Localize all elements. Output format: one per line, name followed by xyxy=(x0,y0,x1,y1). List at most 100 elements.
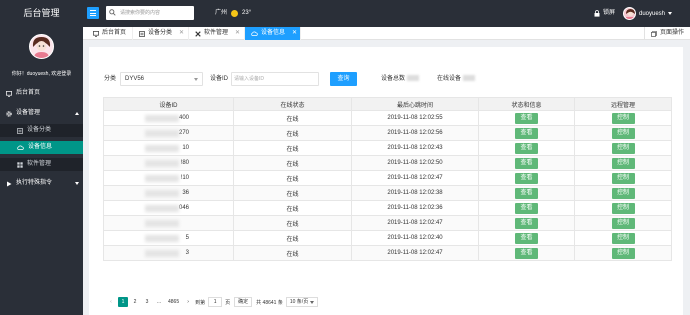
device-table: 设备ID 在线状态 最后心跳时间 状态和信息 远程管理 400 在线 2019-11… xyxy=(103,97,672,261)
control-button[interactable]: 控制 xyxy=(611,247,635,259)
close-icon[interactable]: ✕ xyxy=(235,27,240,40)
page-button[interactable]: 2 xyxy=(130,297,140,307)
sidebar-item-device-info[interactable]: 设备信息 xyxy=(0,141,83,154)
close-icon[interactable]: ✕ xyxy=(292,27,297,40)
view-button[interactable]: 查看 xyxy=(515,127,538,139)
sidebar-item-home[interactable]: 后台首页 xyxy=(0,87,83,100)
page-size-select[interactable]: 10 条/页 xyxy=(285,297,319,307)
view-button[interactable]: 查看 xyxy=(515,247,538,259)
query-button[interactable]: 查询 xyxy=(330,72,357,86)
tab-software[interactable]: 软件管理 ✕ xyxy=(189,27,245,40)
status-info-cell: 查看 xyxy=(478,215,575,231)
last-page-button[interactable]: 4865 xyxy=(166,297,181,307)
control-button[interactable]: 控制 xyxy=(611,217,635,229)
control-button[interactable]: 控制 xyxy=(611,232,635,244)
table-row: !10 在线 2019-11-08 12:02:47 查看 控制 xyxy=(103,170,672,186)
sidebar-item-special-command[interactable]: 执行特殊指令 xyxy=(0,177,83,190)
lock-screen-button[interactable]: 锁屏 xyxy=(594,0,615,27)
user-menu[interactable]: duoyuesh xyxy=(623,4,673,23)
online-status-cell: 在线 xyxy=(233,140,352,156)
chevron-up-icon xyxy=(75,112,79,115)
control-button[interactable]: 控制 xyxy=(611,202,635,214)
view-button[interactable]: 查看 xyxy=(515,217,538,229)
device-id-cell: 046 xyxy=(103,200,234,216)
control-button[interactable]: 控制 xyxy=(611,157,635,169)
redacted-value xyxy=(145,205,179,212)
page-ellipsis: … xyxy=(156,299,162,305)
page-button-current[interactable]: 1 xyxy=(118,297,128,307)
column-header[interactable]: 最后心跳时间 xyxy=(351,97,479,111)
tab-label: 软件管理 xyxy=(204,30,229,36)
column-header[interactable]: 状态和信息 xyxy=(478,97,575,111)
heartbeat-time-cell: 2019-11-08 12:02:56 xyxy=(351,125,479,141)
prev-page-button[interactable]: ‹ xyxy=(106,297,116,307)
control-button[interactable]: 控制 xyxy=(611,142,635,154)
page-operations-button[interactable]: 页面操作 xyxy=(643,27,690,40)
redacted-value xyxy=(145,130,179,137)
sidebar-item-software[interactable]: 软件管理 xyxy=(0,158,83,171)
column-header[interactable]: 在线状态 xyxy=(233,97,352,111)
column-header[interactable]: 远程管理 xyxy=(574,97,672,111)
view-button[interactable]: 查看 xyxy=(515,142,538,154)
device-id-cell: 10 xyxy=(103,140,234,156)
list-icon xyxy=(17,127,23,134)
device-id-suffix: 5 xyxy=(185,235,189,241)
page-size-value: 10 条/页 xyxy=(289,299,309,305)
next-page-button[interactable]: › xyxy=(183,297,193,307)
category-label: 分类 xyxy=(104,76,117,82)
tab-label: 设备信息 xyxy=(261,30,286,36)
sidebar-item-device-category[interactable]: 设备分类 xyxy=(0,124,83,137)
heartbeat-time-cell: 2019-11-08 12:02:47 xyxy=(351,245,479,261)
page-button[interactable]: 3 xyxy=(142,297,152,307)
sidebar-item-label: 设备管理 xyxy=(16,110,41,116)
menu-toggle-button[interactable] xyxy=(87,7,99,19)
remote-manage-cell: 控制 xyxy=(574,110,672,126)
online-status-cell: 在线 xyxy=(233,230,352,246)
tab-device-category[interactable]: 设备分类 ✕ xyxy=(133,27,189,40)
goto-page-input[interactable]: 1 xyxy=(208,297,223,307)
view-button[interactable]: 查看 xyxy=(515,202,538,214)
close-icon[interactable]: ✕ xyxy=(179,27,184,40)
goto-confirm-button[interactable]: 确定 xyxy=(234,297,253,307)
device-id-suffix: 3 xyxy=(185,250,189,256)
heartbeat-time-cell: 2019-11-08 12:02:47 xyxy=(351,170,479,186)
control-button[interactable]: 控制 xyxy=(611,172,635,184)
device-id-suffix: 36 xyxy=(182,190,189,196)
hamburger-icon xyxy=(90,10,96,12)
device-id-suffix: 270 xyxy=(178,130,189,136)
device-id-cell: !10 xyxy=(103,170,234,186)
tab-home[interactable]: 后台首页 xyxy=(87,27,133,40)
category-select-value: DYV56 xyxy=(125,76,145,82)
lock-label: 锁屏 xyxy=(603,10,616,16)
device-id-input[interactable]: 请输入设备ID xyxy=(231,72,319,86)
online-devices: 在线设备 xyxy=(437,72,476,86)
category-select[interactable]: DYV56 xyxy=(120,72,203,86)
table-row: 10 在线 2019-11-08 12:02:43 查看 控制 xyxy=(103,140,672,156)
status-info-cell: 查看 xyxy=(478,125,575,141)
search-input[interactable]: 请搜索你要的内容 xyxy=(106,6,194,20)
chevron-down-icon xyxy=(668,12,673,15)
heartbeat-time-cell: 2019-11-08 12:02:40 xyxy=(351,230,479,246)
device-id-suffix: 400 xyxy=(178,115,189,121)
status-info-cell: 查看 xyxy=(478,245,575,261)
view-button[interactable]: 查看 xyxy=(515,157,538,169)
view-button[interactable]: 查看 xyxy=(515,232,538,244)
heartbeat-time-cell: 2019-11-08 12:02:50 xyxy=(351,155,479,171)
view-button[interactable]: 查看 xyxy=(515,112,538,124)
column-header[interactable]: 设备ID xyxy=(103,97,234,111)
table-row: 270 在线 2019-11-08 12:02:56 查看 控制 xyxy=(103,125,672,141)
tab-device-info[interactable]: 设备信息 ✕ xyxy=(245,27,301,40)
device-id-suffix: !80 xyxy=(180,160,189,166)
view-button[interactable]: 查看 xyxy=(515,187,538,199)
sidebar: 你好！duoyuesh, 欢迎登录 后台首页 设备管理 设备分类 设备信息 软件… xyxy=(0,27,83,315)
control-button[interactable]: 控制 xyxy=(611,127,635,139)
device-id-cell: 3 xyxy=(103,245,234,261)
remote-manage-cell: 控制 xyxy=(574,155,672,171)
control-button[interactable]: 控制 xyxy=(611,187,635,199)
online-status-cell: 在线 xyxy=(233,215,352,231)
control-button[interactable]: 控制 xyxy=(611,112,635,124)
view-button[interactable]: 查看 xyxy=(515,172,538,184)
device-id-label: 设备ID xyxy=(210,76,229,82)
sidebar-item-device-management[interactable]: 设备管理 xyxy=(0,107,83,120)
device-id-cell: 270 xyxy=(103,125,234,141)
